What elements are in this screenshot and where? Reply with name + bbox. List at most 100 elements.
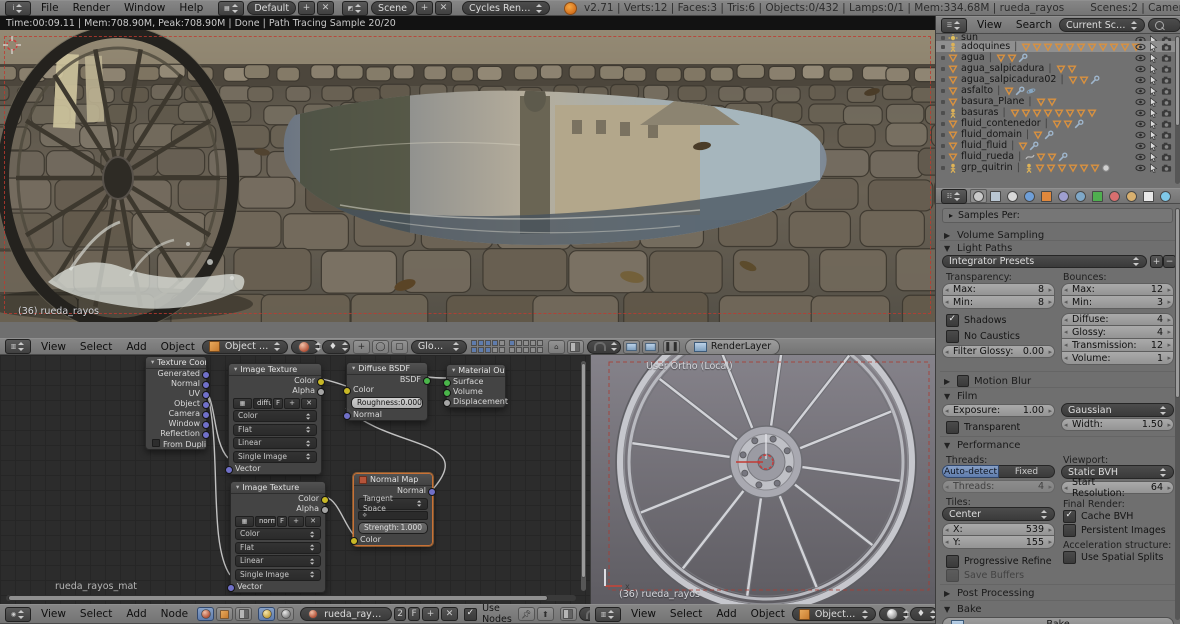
layer-toggle[interactable] — [492, 347, 498, 353]
menu-view[interactable]: View — [34, 608, 73, 620]
outliner-display-mode-selector[interactable]: Current Scene — [1059, 18, 1145, 32]
node-material-output[interactable]: ▾Material Output Surface Volume Displace… — [446, 364, 506, 408]
selectability-toggle[interactable] — [1148, 108, 1158, 118]
socket-surface-input[interactable] — [443, 379, 451, 387]
layer-toggle[interactable] — [516, 347, 522, 353]
editor-type-button-3dview[interactable]: ▥ — [5, 339, 31, 354]
layer-toggle[interactable] — [537, 347, 543, 353]
proportional-edit-button[interactable] — [567, 340, 584, 354]
render-opengl-button[interactable] — [623, 340, 640, 354]
renderability-toggle[interactable] — [1161, 130, 1171, 140]
tab-render[interactable] — [970, 189, 987, 203]
renderability-toggle[interactable] — [1161, 64, 1171, 74]
visibility-toggle[interactable] — [1135, 119, 1145, 129]
filter-glossy-slider[interactable]: Filter Glossy:0.00 — [942, 345, 1055, 358]
pivot-point-selector[interactable]: ♦ — [910, 607, 935, 621]
expand-toggle[interactable] — [941, 89, 945, 93]
add-preset-button[interactable]: + — [1150, 255, 1163, 268]
screen-layout-browse-button[interactable]: ▦ — [218, 1, 244, 16]
expand-toggle[interactable] — [941, 67, 945, 71]
progressive-refine-checkbox[interactable]: Progressive Refine — [946, 555, 1052, 567]
menu-view[interactable]: View — [34, 341, 73, 353]
tab-object-data[interactable] — [1089, 189, 1106, 203]
node-image-texture-diffuse[interactable]: ▾Image Texture Color Alpha ▦ diffuse.100… — [228, 363, 322, 475]
socket-camera[interactable] — [202, 411, 210, 419]
socket-displacement-input[interactable] — [443, 399, 451, 407]
layer-toggle[interactable] — [509, 340, 515, 346]
renderability-toggle[interactable] — [1161, 163, 1171, 173]
mode-selector[interactable]: Object Mode — [202, 340, 288, 354]
visibility-toggle[interactable] — [1135, 163, 1145, 173]
layer-toggle[interactable] — [485, 347, 491, 353]
renderability-toggle[interactable] — [1161, 119, 1171, 129]
filter-type-dropdown[interactable]: Gaussian — [1061, 403, 1174, 417]
shadows-checkbox[interactable]: Shadows — [946, 314, 1006, 326]
visibility-toggle[interactable] — [1135, 75, 1145, 85]
menu-help[interactable]: Help — [172, 2, 210, 14]
filter-width-slider[interactable]: Width:1.50 — [1061, 418, 1174, 431]
layer-toggle[interactable] — [478, 340, 484, 346]
outliner-item-fluid_fluid[interactable]: fluid_fluid| — [936, 140, 1180, 151]
expand-toggle[interactable] — [941, 144, 945, 148]
menu-select[interactable]: Select — [73, 341, 119, 353]
lock-to-scene-button[interactable]: ⌂ — [548, 340, 565, 354]
tab-particles[interactable] — [1140, 189, 1157, 203]
selectability-toggle[interactable] — [1148, 141, 1158, 151]
shader-type-texture-button[interactable] — [235, 607, 252, 621]
shader-type-compositing-button[interactable] — [216, 607, 233, 621]
render-viewport[interactable]: Time:00:09.11 | Mem:708.90M, Peak:708.90… — [0, 16, 935, 338]
snap-selector[interactable] — [587, 340, 621, 354]
tab-object[interactable] — [1038, 189, 1055, 203]
outliner-item-agua[interactable]: agua| — [936, 52, 1180, 63]
expand-toggle[interactable] — [941, 133, 945, 137]
layer-toggle[interactable] — [478, 347, 484, 353]
renderability-toggle[interactable] — [1161, 86, 1171, 96]
transparency-min-slider[interactable]: Min:8 — [942, 296, 1055, 309]
layer-toggle[interactable] — [499, 347, 505, 353]
image-browse-button[interactable]: ▦ — [233, 398, 252, 409]
renderability-toggle[interactable] — [1161, 75, 1171, 85]
panel-motion-blur[interactable]: ▶ Motion Blur — [944, 375, 1031, 387]
layer-toggle[interactable] — [523, 340, 529, 346]
menu-select[interactable]: Select — [73, 608, 119, 620]
expand-toggle[interactable] — [941, 56, 945, 60]
source-dropdown[interactable]: Single Image — [235, 569, 321, 581]
layer-toggle[interactable] — [471, 340, 477, 346]
fake-user-button[interactable]: F — [277, 516, 287, 527]
outliner-item-agua_salpicadura02[interactable]: agua_salpicadura02| — [936, 74, 1180, 85]
selectability-toggle[interactable] — [1148, 119, 1158, 129]
selectability-toggle[interactable] — [1148, 53, 1158, 63]
node-editor-canvas[interactable]: ▾Texture Coordinate Generated Normal UV … — [0, 355, 590, 604]
tile-y-slider[interactable]: Y:155 — [942, 536, 1055, 549]
selectability-toggle[interactable] — [1148, 97, 1158, 107]
projection-dropdown[interactable]: Flat — [233, 424, 317, 436]
parent-node-tree-button[interactable]: ⬆ — [537, 607, 554, 621]
outliner-item-basura_Plane[interactable]: basura_Plane| — [936, 96, 1180, 107]
delete-scene-button[interactable]: ✕ — [435, 1, 452, 15]
tab-physics[interactable] — [1157, 189, 1174, 203]
volume-bounces-slider[interactable]: Volume:1 — [1061, 352, 1174, 365]
socket-normal-output[interactable] — [428, 488, 436, 496]
outliner-item-grp_quitrin[interactable]: grp_quitrin| — [936, 162, 1180, 173]
selectability-toggle[interactable] — [1148, 130, 1158, 140]
no-caustics-checkbox[interactable]: No Caustics — [946, 330, 1020, 342]
visibility-toggle[interactable] — [1135, 97, 1145, 107]
outliner-item-basuras[interactable]: basuras| — [936, 107, 1180, 118]
socket-vector-input[interactable] — [227, 584, 235, 592]
visibility-toggle[interactable] — [1135, 130, 1145, 140]
threads-count-slider[interactable]: Threads:4 — [942, 480, 1055, 493]
pin-button[interactable]: 📌︎ — [518, 607, 535, 621]
menu-window[interactable]: Window — [117, 2, 172, 14]
integrator-presets-dropdown[interactable]: Integrator Presets — [942, 255, 1147, 268]
new-image-button[interactable]: + — [284, 398, 300, 409]
image-name-field[interactable]: normal.1002.tif — [255, 516, 276, 527]
save-buffers-checkbox[interactable]: Save Buffers — [946, 569, 1024, 581]
visibility-toggle[interactable] — [1135, 42, 1145, 52]
tab-constraints[interactable] — [1055, 189, 1072, 203]
visibility-toggle[interactable] — [1135, 152, 1145, 162]
from-dupli-checkbox[interactable]: From Dupli — [146, 439, 206, 449]
menu-file[interactable]: File — [34, 2, 66, 14]
tab-modifiers[interactable] — [1072, 189, 1089, 203]
layer-toggle[interactable] — [485, 340, 491, 346]
socket-object[interactable] — [202, 401, 210, 409]
